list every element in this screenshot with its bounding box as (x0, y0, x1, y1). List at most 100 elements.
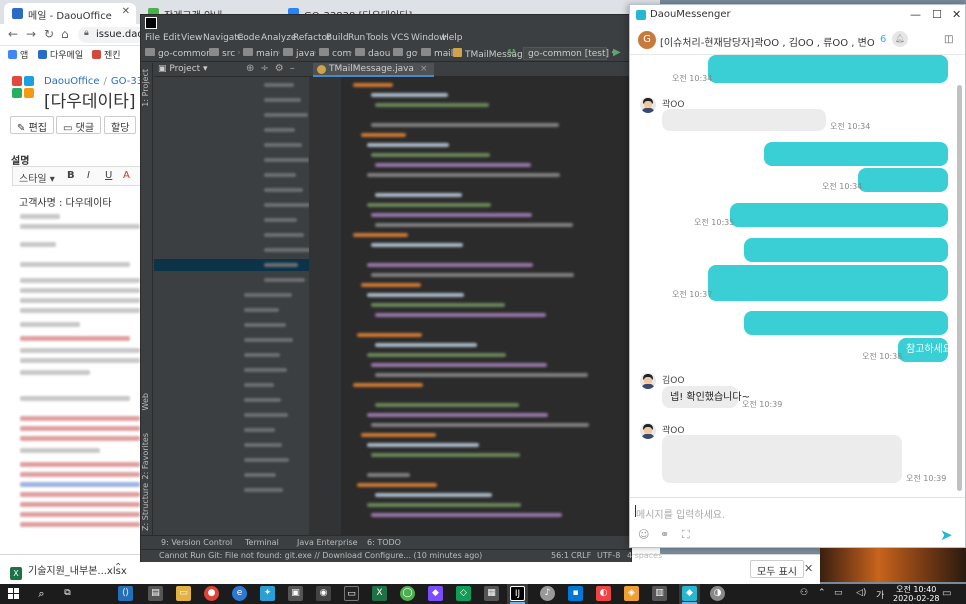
chat-scrollbar[interactable] (956, 57, 964, 495)
terminal-tab[interactable]: Terminal (245, 538, 279, 547)
tree-row[interactable] (244, 293, 292, 297)
project-panel-tools-icon[interactable]: ⊕÷⚙– (246, 63, 301, 74)
tree-row[interactable] (244, 428, 275, 432)
breadcrumb-app-link[interactable]: DaouOffice (44, 76, 99, 87)
avatar[interactable] (640, 373, 656, 389)
notification-bell-icon[interactable]: 🔔︎ (892, 31, 908, 47)
text-color-button[interactable]: A (123, 170, 130, 181)
tree-row[interactable] (264, 263, 298, 267)
app-icon[interactable]: ◯ (400, 586, 415, 601)
menu-help[interactable]: Help (442, 33, 463, 43)
nav-src[interactable]: src (209, 48, 235, 59)
nav-java[interactable]: java (283, 48, 315, 59)
tree-row[interactable] (244, 398, 281, 402)
daou-messenger-icon[interactable]: ◆ (682, 586, 697, 601)
app-icon[interactable]: ♪ (540, 586, 555, 601)
menu-code[interactable]: Code (237, 33, 260, 43)
tray-overflow-icon[interactable]: ⌃ (818, 588, 826, 598)
tree-row[interactable] (264, 83, 294, 87)
tree-row[interactable] (264, 248, 311, 252)
run-play-icon[interactable]: ▶ (613, 47, 621, 58)
menu-build[interactable]: Build (326, 33, 349, 43)
tree-row[interactable] (244, 308, 279, 312)
message-bubble-mine[interactable] (744, 311, 948, 335)
message-bubble-mine[interactable] (708, 55, 948, 83)
message-bubble-mine[interactable] (708, 265, 948, 301)
bold-button[interactable]: B (67, 170, 75, 181)
menu-vcs[interactable]: VCS (391, 33, 409, 43)
message-bubble-other[interactable] (662, 109, 826, 131)
message-bubble-mine[interactable]: 참고하세요 (898, 338, 952, 362)
version-control-tab[interactable]: 9: Version Control (161, 538, 232, 547)
back-arrow-icon[interactable]: ← (8, 27, 18, 41)
tree-row[interactable] (244, 353, 280, 357)
file-explorer-icon[interactable]: ▭ (176, 586, 191, 601)
build-hammer-icon[interactable]: ⚒ (507, 48, 516, 59)
app-icon[interactable]: ▥ (652, 586, 667, 601)
close-download-shelf-icon[interactable]: ✕ (804, 562, 813, 575)
java-enterprise-tab[interactable]: Java Enterprise (297, 538, 358, 547)
indent-setting[interactable]: 4 spaces (627, 551, 662, 560)
style-dropdown[interactable]: 스타일 ▾ (19, 170, 55, 185)
italic-button[interactable]: I (87, 170, 90, 181)
structure-tool-tab[interactable]: Z: Structure (141, 483, 153, 531)
close-tab-icon[interactable]: ✕ (122, 6, 130, 17)
app-icon[interactable]: ◈ (624, 586, 639, 601)
system-clock[interactable]: 오전 10:40 2020-02-28 (893, 585, 940, 603)
ime-indicator[interactable]: 가 (876, 588, 884, 601)
tree-row[interactable] (244, 383, 274, 387)
tree-row[interactable] (244, 413, 288, 417)
bookmark-daoumail[interactable]: 다우메일 (38, 48, 83, 61)
message-bubble-other[interactable] (662, 435, 902, 483)
volume-icon[interactable]: ◁) (856, 588, 866, 598)
message-bubble-other[interactable]: 넵! 확인했습니다~ (662, 386, 750, 408)
message-input[interactable]: 메시지를 입력하세요. (636, 506, 725, 521)
tree-row[interactable] (244, 368, 287, 372)
emoji-icon[interactable]: ☺ (638, 528, 649, 541)
message-bubble-mine[interactable] (744, 238, 948, 262)
search-icon[interactable]: ⌕ (34, 586, 49, 601)
project-tool-tab[interactable]: 1: Project (141, 69, 153, 107)
nav-main[interactable]: main (243, 48, 279, 59)
scrollbar-thumb[interactable] (957, 85, 962, 491)
nav-go-common[interactable]: go-common (145, 48, 212, 59)
description-editor[interactable]: 고객사명 : 다우데이타 (12, 186, 147, 546)
chrome-icon[interactable]: ● (204, 586, 219, 601)
menu-tools[interactable]: Tools (366, 33, 388, 43)
url-input[interactable]: 🔒︎ issue.daou (78, 27, 150, 43)
send-icon[interactable]: ➤ (940, 526, 953, 544)
menu-edit[interactable]: Edit (163, 33, 180, 43)
tree-row[interactable] (244, 458, 289, 462)
vscode-icon[interactable]: ⟨⟩ (118, 586, 133, 601)
avatar[interactable] (640, 97, 656, 113)
tree-row[interactable] (264, 203, 310, 207)
app-icon[interactable]: ▣ (288, 586, 303, 601)
underline-button[interactable]: U (105, 170, 112, 181)
forward-arrow-icon[interactable]: → (26, 27, 36, 41)
menu-analyze[interactable]: Analyze (261, 33, 296, 43)
app-icon[interactable]: ✦ (260, 586, 275, 601)
nav-daou[interactable]: daou (355, 48, 390, 59)
capture-icon[interactable]: ⛶ (682, 528, 690, 542)
bookmark-apps[interactable]: 앱 (8, 48, 28, 61)
edit-button[interactable]: ✎ 편집 (10, 116, 54, 134)
browser-tab-mail[interactable]: 메일 - DaouOffice ✕ (4, 3, 136, 24)
menu-view[interactable]: View (181, 33, 202, 43)
menu-file[interactable]: File (145, 33, 160, 43)
close-tab-icon[interactable]: × (420, 64, 428, 74)
tree-row[interactable] (244, 473, 276, 477)
app-icon[interactable]: ▤ (148, 586, 163, 601)
tree-row[interactable] (244, 443, 282, 447)
cursor-position[interactable]: 56:1 (551, 551, 569, 560)
app-icon[interactable]: ◇ (456, 586, 471, 601)
message-bubble-mine[interactable] (730, 203, 948, 227)
file-encoding[interactable]: UTF-8 (597, 551, 620, 560)
tree-row[interactable] (244, 488, 283, 492)
editor-tab-tmailmessage[interactable]: TMailMessage.java × (313, 63, 434, 77)
tree-row[interactable] (264, 113, 308, 117)
avatar[interactable] (640, 423, 656, 439)
tree-row[interactable] (264, 98, 301, 102)
task-view-icon[interactable]: ⧉ (60, 586, 75, 601)
app-icon[interactable]: ◆ (428, 586, 443, 601)
message-input-area[interactable]: 메시지를 입력하세요. ☺ ⚭ ⛶ ➤ (630, 497, 965, 549)
